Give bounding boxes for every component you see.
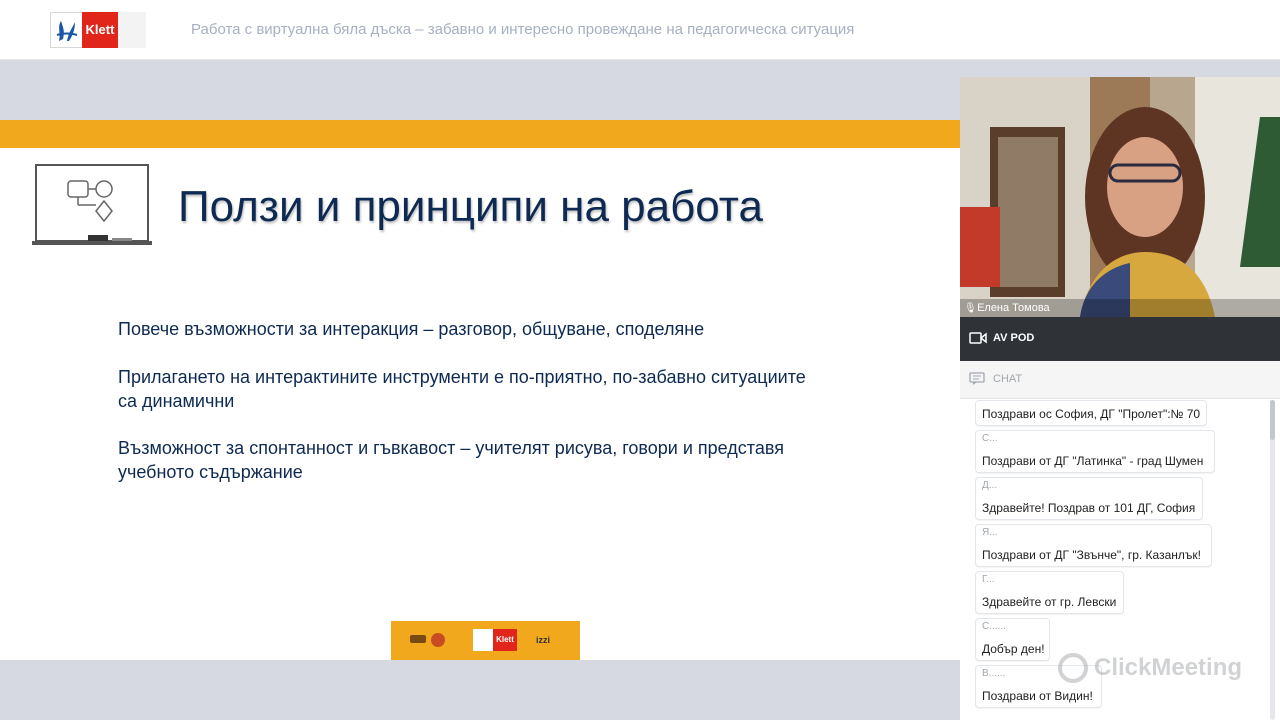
chat-message-text: Поздрави ос София, ДГ "Пролет":№ 70	[982, 407, 1201, 421]
microphone-icon: 🎙	[964, 303, 977, 314]
top-bar: Klett Работа с виртуална бяла дъска – за…	[0, 0, 1280, 60]
chat-scroll-thumb[interactable]	[1270, 400, 1275, 440]
chat-message: Я... Поздрави от ДГ "Звънче", гр. Казанл…	[975, 524, 1212, 567]
chat-message-text: Поздрави от Видин!	[982, 689, 1093, 703]
logo-tail	[118, 12, 146, 48]
klett-logo-text: Klett	[82, 12, 118, 48]
chat-message-text: Поздрави от ДГ "Звънче", гр. Казанлък!	[982, 548, 1201, 562]
izzi-logo: izzi	[536, 635, 551, 645]
chat-label: CHAT	[993, 373, 1023, 385]
chat-message: Г... Здравейте от гр. Левски	[975, 571, 1124, 614]
presentation-stage: Ползи и принципи на работа Повече възмож…	[0, 60, 960, 720]
klett-small-text: Klett	[493, 629, 517, 651]
chat-message: Поздрави ос София, ДГ "Пролет":№ 70	[975, 400, 1207, 426]
chat-header[interactable]: CHAT	[960, 361, 1280, 399]
video-frame	[960, 77, 1280, 317]
panel-gap	[960, 60, 1280, 77]
clickmeeting-logo-icon	[1058, 653, 1088, 683]
whiteboard-icon	[32, 164, 152, 245]
chat-message-text: Здравейте! Поздрав от 101 ДГ, София	[982, 501, 1196, 515]
chat-message-sender: Д...	[982, 480, 998, 491]
chat-scrollbar[interactable]	[1270, 400, 1275, 720]
watermark-text: ClickMeeting	[1094, 654, 1243, 681]
sponsor-logos-strip: Klett izzi	[391, 621, 580, 660]
chat-message-sender: В......	[982, 668, 1006, 679]
av-pod-label: AV POD	[993, 332, 1035, 344]
av-pod-bar[interactable]: AV POD	[960, 317, 1280, 361]
slide-bullet-2: Прилагането на интерактините инструменти…	[118, 367, 806, 411]
camera-icon	[969, 332, 987, 344]
event-title: Работа с виртуална бяла дъска – забавно …	[191, 21, 855, 38]
chat-message-sender: С......	[982, 621, 1006, 632]
app-window: Klett Работа с виртуална бяла дъска – за…	[0, 0, 1280, 720]
chat-message-text: Добър ден!	[982, 642, 1045, 656]
slide-title: Ползи и принципи на работа	[178, 182, 763, 231]
slide-bullet-1: Повече възможности за интеракция – разго…	[118, 319, 705, 339]
slide-bullet-3: Възможност за спонтанност и гъвкавост – …	[118, 438, 784, 482]
sponsor-klett-logo: Klett	[473, 629, 517, 651]
chat-message: Д... Здравейте! Поздрав от 101 ДГ, София	[975, 477, 1203, 520]
presenter-video[interactable]: 🎙 Елена Томова	[960, 77, 1280, 317]
klett-logo: Klett	[50, 12, 146, 48]
sponsor-logo-2-icon	[431, 633, 445, 647]
sponsor-logo-1-icon	[410, 635, 426, 643]
chat-message-sender: Г...	[982, 574, 995, 585]
chat-message-sender: С...	[982, 433, 998, 444]
slide-header-band	[0, 120, 960, 148]
chat-icon	[969, 372, 985, 385]
chat-message: С...... Добър ден!	[975, 618, 1050, 661]
klett-small-mark-icon	[473, 629, 493, 651]
right-panel: 🎙 Елена Томова AV POD CHAT Поздрави ос С…	[960, 60, 1280, 720]
chat-message-text: Поздрави от ДГ "Латинка" - град Шумен	[982, 454, 1204, 468]
presentation-slide: Ползи и принципи на работа Повече възмож…	[0, 120, 960, 660]
chat-message-sender: Я...	[982, 527, 998, 538]
chat-message: С... Поздрави от ДГ "Латинка" - град Шум…	[975, 430, 1215, 473]
presenter-name-label: 🎙 Елена Томова	[960, 299, 1280, 317]
chat-message-text: Здравейте от гр. Левски	[982, 595, 1117, 609]
klett-logo-mark-icon	[50, 12, 82, 48]
presenter-name: Елена Томова	[977, 302, 1050, 314]
